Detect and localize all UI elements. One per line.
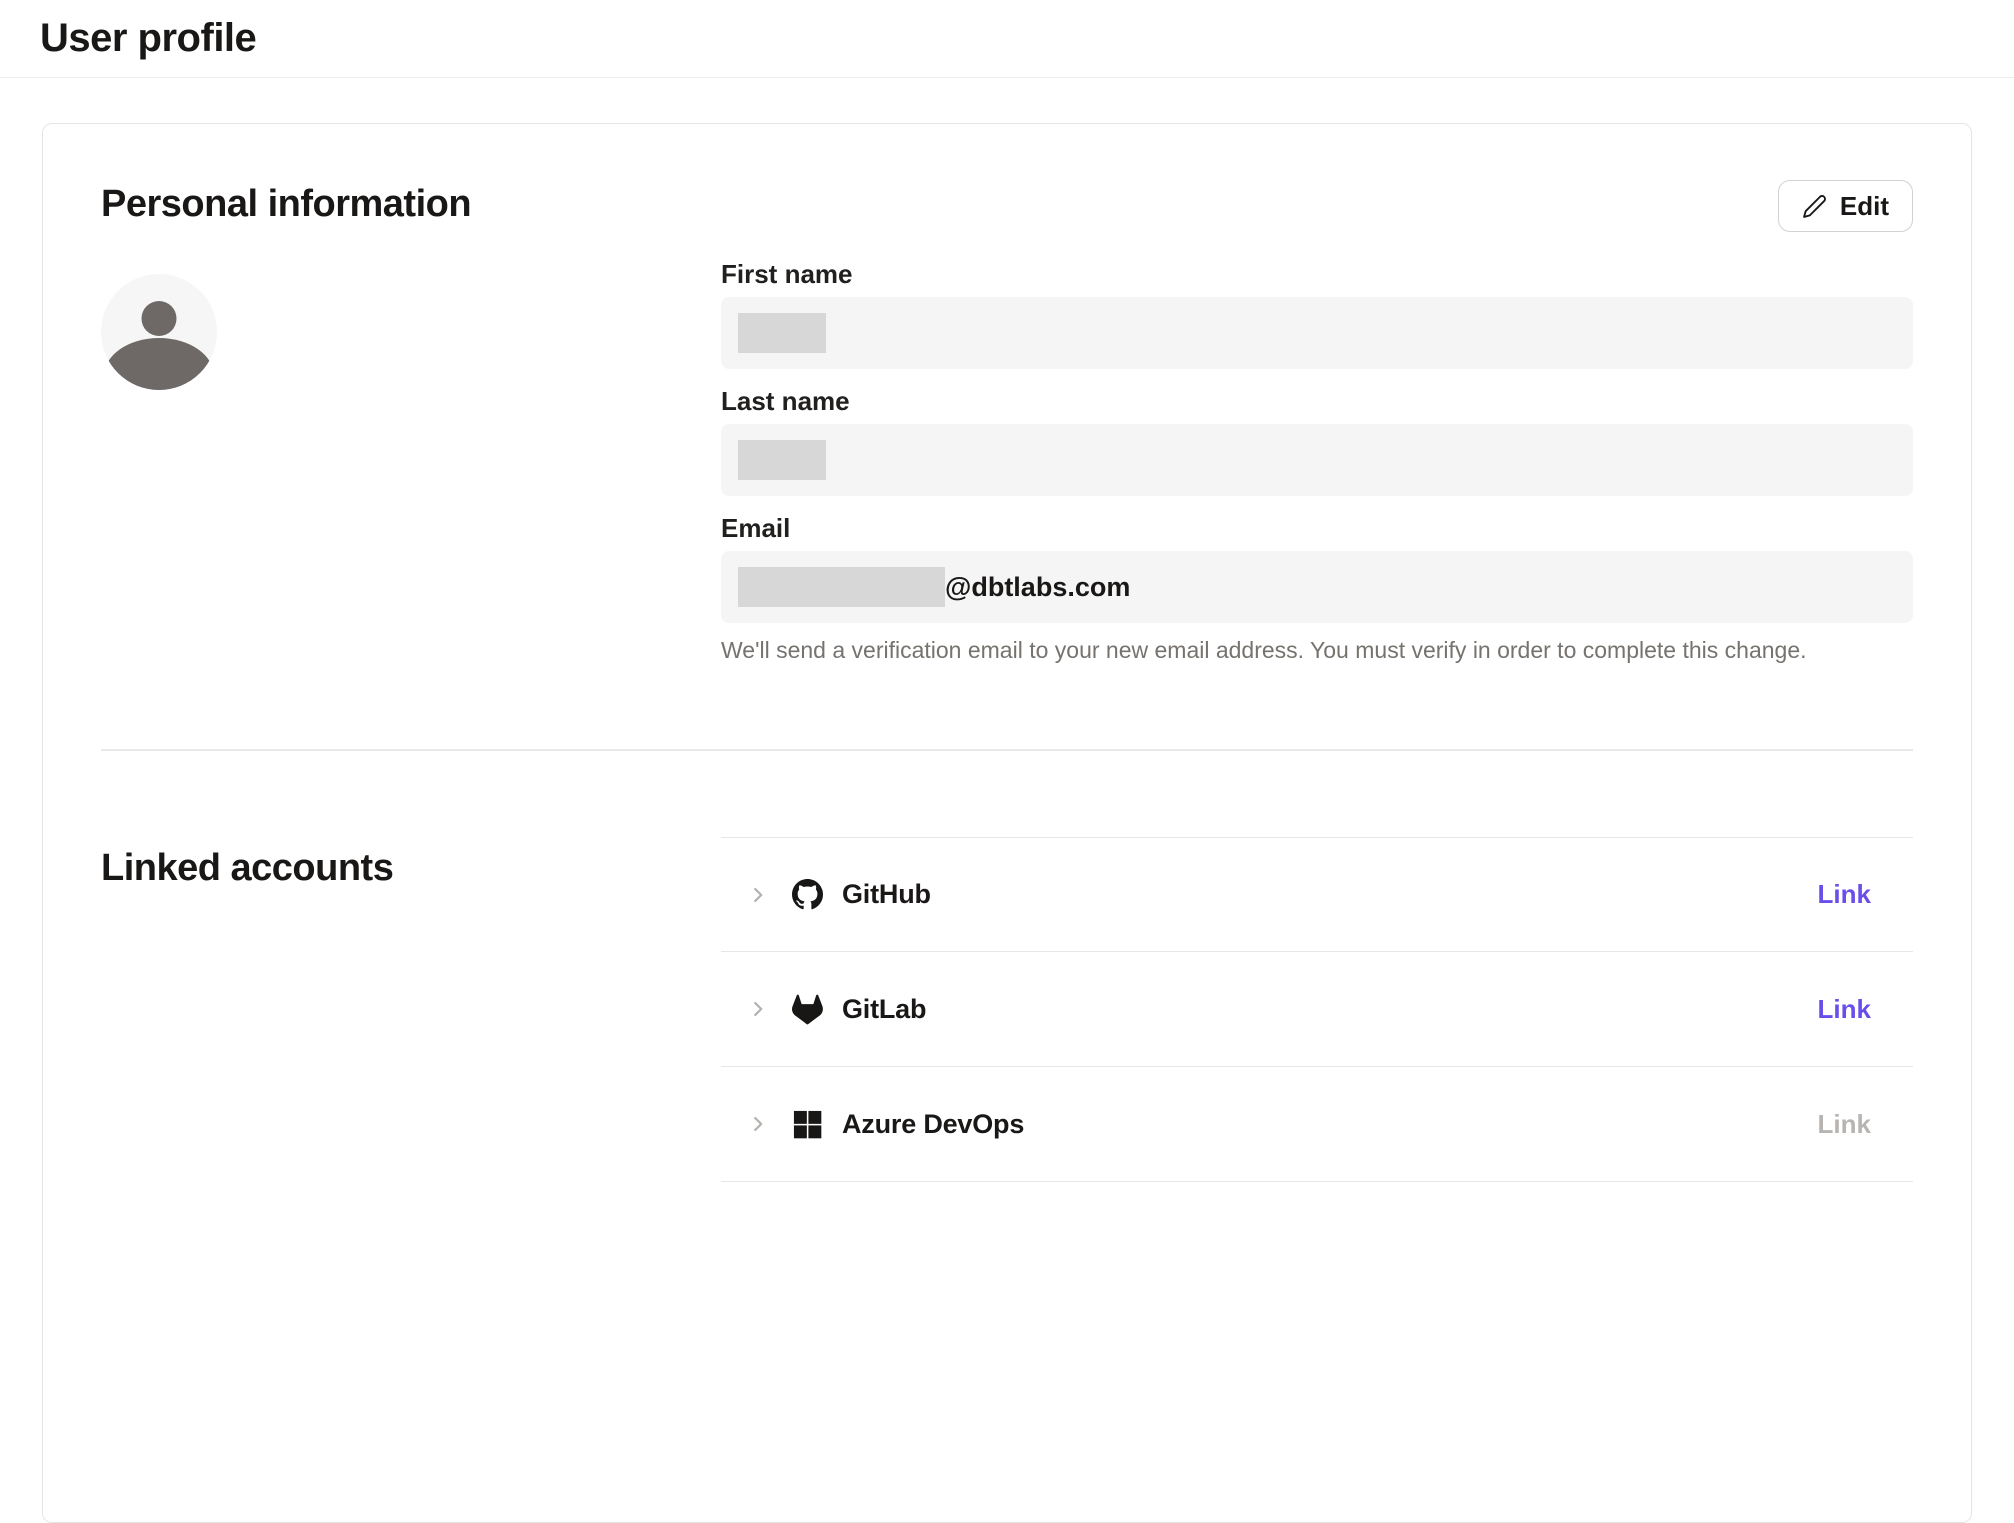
personal-information-header: Personal information Edit [101, 180, 1913, 232]
first-name-label: First name [721, 260, 1913, 288]
last-name-label: Last name [721, 387, 1913, 415]
linked-account-row-azure-devops: Azure DevOps Link [721, 1067, 1913, 1182]
linked-account-row-gitlab: GitLab Link [721, 952, 1913, 1067]
chevron-right-icon[interactable] [747, 998, 769, 1020]
email-redacted-value [738, 567, 945, 607]
chevron-right-icon[interactable] [747, 1113, 769, 1135]
pencil-icon [1802, 194, 1827, 219]
gitlab-link-action[interactable]: Link [1818, 994, 1871, 1025]
avatar [101, 274, 217, 390]
person-silhouette-icon [101, 377, 217, 394]
last-name-field[interactable] [721, 424, 1913, 496]
gitlab-icon [792, 994, 823, 1025]
profile-card: Personal information Edit [42, 123, 1972, 1523]
linked-accounts-list: GitHub Link GitLab Link [721, 837, 1913, 1182]
top-bar: User profile [0, 0, 2014, 78]
personal-information-form: First name Last name Email @dbtlabs.com … [721, 260, 1913, 665]
email-helper-text: We'll send a verification email to your … [721, 635, 1913, 665]
linked-accounts-section: Linked accounts GitHub Link [101, 751, 1913, 1182]
account-name: Azure DevOps [842, 1109, 1024, 1140]
chevron-right-icon[interactable] [747, 884, 769, 906]
account-name: GitLab [842, 994, 926, 1025]
azure-devops-link-action-disabled: Link [1818, 1109, 1871, 1140]
email-domain-text: @dbtlabs.com [945, 572, 1130, 603]
email-label: Email [721, 514, 1913, 542]
github-icon [792, 879, 823, 910]
linked-accounts-heading: Linked accounts [101, 844, 721, 892]
first-name-field[interactable] [721, 297, 1913, 369]
first-name-redacted-value [738, 313, 826, 353]
github-link-action[interactable]: Link [1818, 879, 1871, 910]
personal-information-body: First name Last name Email @dbtlabs.com … [101, 260, 1913, 665]
edit-button-label: Edit [1840, 191, 1889, 222]
last-name-redacted-value [738, 440, 826, 480]
email-field[interactable]: @dbtlabs.com [721, 551, 1913, 623]
page-title: User profile [40, 16, 256, 61]
account-name: GitHub [842, 879, 931, 910]
linked-account-row-github: GitHub Link [721, 837, 1913, 952]
azure-devops-icon [792, 1109, 823, 1140]
personal-information-heading: Personal information [101, 180, 471, 228]
edit-button[interactable]: Edit [1778, 180, 1913, 232]
